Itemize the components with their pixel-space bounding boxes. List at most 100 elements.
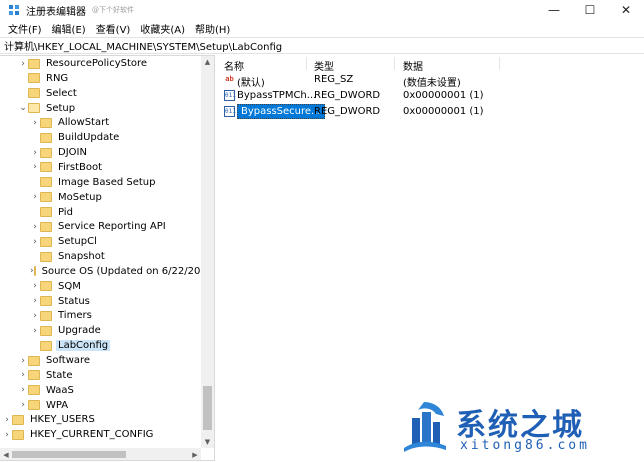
- tree-node-label[interactable]: HKEY_USERS: [28, 414, 97, 425]
- tree-node-label[interactable]: Status: [56, 296, 92, 307]
- tree-node[interactable]: › Status: [0, 294, 200, 309]
- tree-node-label[interactable]: Software: [44, 355, 92, 366]
- value-name[interactable]: BypassTPMCh...: [237, 90, 316, 101]
- tree-node-label[interactable]: Select: [44, 88, 79, 99]
- expand-chevron-icon[interactable]: ›: [30, 190, 40, 205]
- tree-node-label[interactable]: MoSetup: [56, 192, 104, 203]
- tree-node-label[interactable]: Source OS (Updated on 6/22/202: [40, 266, 209, 277]
- tree-node-label[interactable]: Service Reporting API: [56, 221, 168, 232]
- column-header-type[interactable]: 类型: [314, 58, 334, 73]
- tree-node[interactable]: › Service Reporting API: [0, 219, 200, 234]
- menu-view[interactable]: 查看(V): [92, 21, 135, 36]
- scroll-left-arrow-icon[interactable]: ◀: [0, 448, 12, 460]
- tree-node[interactable]: › AllowStart: [0, 115, 200, 130]
- tree-node-label[interactable]: SetupCl: [56, 236, 99, 247]
- address-bar[interactable]: 计算机\HKEY_LOCAL_MACHINE\SYSTEM\Setup\LabC…: [0, 37, 644, 54]
- expand-chevron-icon[interactable]: ›: [18, 398, 28, 413]
- maximize-button[interactable]: ☐: [572, 0, 608, 20]
- tree-node-label[interactable]: Snapshot: [56, 251, 107, 262]
- menu-favorites[interactable]: 收藏夹(A): [136, 21, 189, 36]
- expand-chevron-icon[interactable]: ›: [30, 234, 40, 249]
- tree-node-label[interactable]: SQM: [56, 281, 83, 292]
- tree-node[interactable]: › State: [0, 368, 200, 383]
- tree-node[interactable]: › HKEY_CURRENT_CONFIG: [0, 427, 200, 442]
- tree-node[interactable]: Pid: [0, 205, 200, 220]
- expand-chevron-icon[interactable]: ›: [30, 115, 40, 130]
- expand-chevron-icon[interactable]: ›: [18, 368, 28, 383]
- scroll-thumb[interactable]: [203, 386, 212, 430]
- tree-node[interactable]: › MoSetup: [0, 190, 200, 205]
- tree-node-label[interactable]: FirstBoot: [56, 162, 104, 173]
- expand-chevron-icon[interactable]: ›: [30, 308, 40, 323]
- key-tree-pane[interactable]: › ResourcePolicyStore RNG Select ⌄ Setup › Allo…: [0, 55, 215, 461]
- tree-node-label[interactable]: WPA: [44, 400, 70, 411]
- tree-node[interactable]: › DJOIN: [0, 145, 200, 160]
- tree-node[interactable]: › Timers: [0, 308, 200, 323]
- tree-node[interactable]: LabConfig: [0, 338, 200, 353]
- tree-node[interactable]: › SQM: [0, 279, 200, 294]
- expand-chevron-icon[interactable]: ›: [30, 145, 40, 160]
- menu-file[interactable]: 文件(F): [4, 21, 46, 36]
- expand-chevron-icon[interactable]: ›: [18, 353, 28, 368]
- tree-node[interactable]: Select: [0, 86, 200, 101]
- expand-chevron-icon[interactable]: ›: [30, 160, 40, 175]
- value-row[interactable]: 011 BypassSecure... REG_DWORD 0x00000001 (1…: [218, 104, 644, 120]
- expand-chevron-icon[interactable]: ›: [30, 294, 40, 309]
- tree-node[interactable]: Snapshot: [0, 249, 200, 264]
- tree-node[interactable]: › WPA: [0, 398, 200, 413]
- minimize-button[interactable]: —: [536, 0, 572, 20]
- tree-node-label[interactable]: RNG: [44, 73, 70, 84]
- menu-edit[interactable]: 编辑(E): [48, 21, 90, 36]
- menu-help[interactable]: 帮助(H): [191, 21, 234, 36]
- tree-node[interactable]: › SetupCl: [0, 234, 200, 249]
- column-divider[interactable]: [394, 57, 395, 70]
- tree-node[interactable]: BuildUpdate: [0, 130, 200, 145]
- expand-chevron-icon[interactable]: ›: [18, 383, 28, 398]
- collapse-chevron-icon[interactable]: ⌄: [18, 101, 28, 116]
- tree-node-label[interactable]: Upgrade: [56, 325, 103, 336]
- value-row[interactable]: ab (默认) REG_SZ (数值未设置): [218, 72, 644, 89]
- expand-chevron-icon[interactable]: ›: [30, 279, 40, 294]
- tree-node-label[interactable]: DJOIN: [56, 147, 89, 158]
- tree-node-label[interactable]: BuildUpdate: [56, 132, 121, 143]
- tree-node-label[interactable]: HKEY_CURRENT_CONFIG: [28, 429, 155, 440]
- tree-node-label[interactable]: Image Based Setup: [56, 177, 157, 188]
- value-row[interactable]: 011 BypassTPMCh... REG_DWORD 0x00000001 (1): [218, 88, 644, 104]
- tree-vertical-scrollbar[interactable]: ▲ ▼: [201, 56, 214, 448]
- column-divider[interactable]: [306, 57, 307, 70]
- column-header-name[interactable]: 名称: [224, 58, 244, 73]
- tree-horizontal-scrollbar[interactable]: ◀ ▶: [0, 448, 201, 460]
- tree-node[interactable]: Image Based Setup: [0, 175, 200, 190]
- scroll-right-arrow-icon[interactable]: ▶: [189, 448, 201, 460]
- scroll-thumb-horizontal[interactable]: [12, 451, 126, 458]
- tree-node-label[interactable]: Pid: [56, 207, 75, 218]
- tree-node[interactable]: › HKEY_USERS: [0, 412, 200, 427]
- tree-node-label[interactable]: Setup: [44, 103, 77, 114]
- expand-chevron-icon[interactable]: ›: [2, 412, 12, 427]
- scroll-up-arrow-icon[interactable]: ▲: [201, 56, 214, 68]
- tree-node[interactable]: RNG: [0, 71, 200, 86]
- tree-node[interactable]: › FirstBoot: [0, 160, 200, 175]
- tree-node[interactable]: › Software: [0, 353, 200, 368]
- tree-node-label[interactable]: ResourcePolicyStore: [44, 58, 149, 69]
- scroll-down-arrow-icon[interactable]: ▼: [201, 436, 214, 448]
- tree-node[interactable]: › Upgrade: [0, 323, 200, 338]
- expand-chevron-icon[interactable]: ›: [30, 323, 40, 338]
- expand-chevron-icon[interactable]: ›: [30, 219, 40, 234]
- tree-node[interactable]: › ResourcePolicyStore: [0, 56, 200, 71]
- column-divider[interactable]: [499, 57, 500, 70]
- tree-node-label[interactable]: Timers: [56, 310, 94, 321]
- value-name[interactable]: (默认): [237, 74, 265, 89]
- close-button[interactable]: ✕: [608, 0, 644, 20]
- expand-chevron-icon[interactable]: ›: [18, 56, 28, 71]
- value-name[interactable]: BypassSecure...: [237, 104, 325, 119]
- tree-node[interactable]: › WaaS: [0, 383, 200, 398]
- expand-chevron-icon[interactable]: ›: [2, 427, 12, 442]
- tree-node-label[interactable]: WaaS: [44, 385, 76, 396]
- tree-node-label[interactable]: State: [44, 370, 74, 381]
- column-header-data[interactable]: 数据: [403, 58, 423, 73]
- tree-node[interactable]: › Source OS (Updated on 6/22/202: [0, 264, 207, 279]
- tree-node-label[interactable]: LabConfig: [56, 340, 111, 352]
- tree-node[interactable]: ⌄ Setup: [0, 101, 200, 116]
- tree-node-label[interactable]: AllowStart: [56, 117, 111, 128]
